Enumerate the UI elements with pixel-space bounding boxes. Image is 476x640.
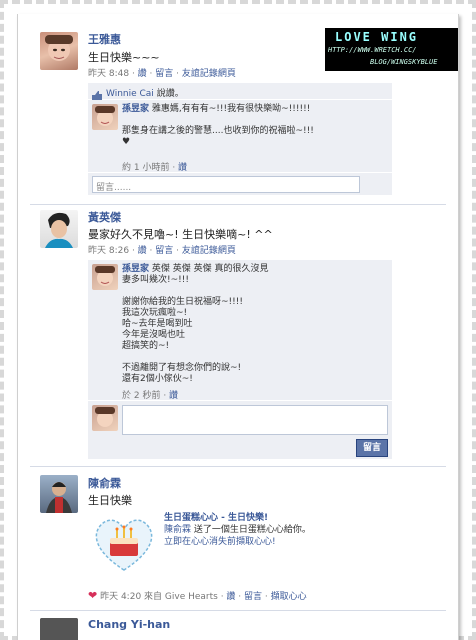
post-author[interactable]: Chang Yi-han <box>88 618 170 631</box>
avatar-photo-icon <box>40 618 78 640</box>
post-meta: 昨天 8:48 · 讚 · 留言 · 友誼記錄網頁 <box>88 69 236 79</box>
gift-title[interactable]: 生日蛋糕心心 - 生日快樂! <box>164 512 364 524</box>
comment-author[interactable]: 孫昱家 <box>122 264 149 274</box>
post-author[interactable]: 王雅惠 <box>88 31 121 47</box>
likes-row: Winnie Cai 說讚。 <box>88 83 392 101</box>
avatar-photo-icon <box>95 106 115 126</box>
gift-text: 生日蛋糕心心 - 生日快樂! 陳俞霖 送了一個生日蛋糕心心給你。 立即在心心消失… <box>164 512 364 548</box>
friendship-link[interactable]: 友誼記錄網頁 <box>182 246 236 256</box>
thumbs-up-icon <box>92 86 102 101</box>
gift-sender[interactable]: 陳俞霖 <box>164 525 191 535</box>
avatar[interactable] <box>40 210 78 248</box>
gift-line-1-rest: 送了一個生日蛋糕心心給你。 <box>191 525 311 535</box>
comment-line: 今年是沒喝也吐 <box>122 330 186 340</box>
watermark-path: BLOG/WINGSKYBLUE <box>370 58 438 66</box>
my-avatar <box>92 405 118 431</box>
post-divider <box>30 466 446 467</box>
heart-glyph: ♥ <box>122 137 131 147</box>
comment-line: 我這次玩瘋啦~! <box>122 308 188 318</box>
avatar[interactable] <box>40 475 78 513</box>
comment-author[interactable]: 孫昱家 <box>122 104 149 114</box>
like-link[interactable]: 讚 <box>226 592 235 602</box>
avatar-photo-icon <box>46 482 72 513</box>
comment-textarea[interactable] <box>122 405 388 435</box>
comment-line: 那隻身在講之後的警慧....也收到你的祝福啦~!!! <box>122 126 314 136</box>
comment-input[interactable]: 留言...... <box>92 176 360 193</box>
like-link[interactable]: 讚 <box>138 69 147 79</box>
avatar-photo-icon <box>95 266 115 286</box>
like-link[interactable]: 讚 <box>138 246 147 256</box>
claim-heart-link[interactable]: 擷取心心 <box>271 592 307 602</box>
heart-cake-icon <box>95 519 153 571</box>
watermark-url: HTTP://WWW.WRETCH.CC/ <box>328 46 417 54</box>
comment-line: 超搞笑的~! <box>122 341 170 351</box>
gift-line-1: 陳俞霖 送了一個生日蛋糕心心給你。 <box>164 524 364 536</box>
comment-like-link[interactable]: 讚 <box>169 391 178 401</box>
post-meta: 昨天 8:26 · 讚 · 留言 · 友誼記錄網頁 <box>88 246 236 256</box>
post-text: 生日快樂~~~ <box>88 51 160 64</box>
comment-avatar[interactable] <box>92 264 118 290</box>
comment-compose: 留言 <box>88 401 392 459</box>
post-time[interactable]: 昨天 4:20 來自 Give Hearts <box>100 592 218 602</box>
watermark-title: LOVE WING <box>335 30 419 44</box>
comment-meta: 約 1 小時前 · 讚 <box>122 163 188 173</box>
comment-line: 妻多叫幾次!~!!! <box>122 275 189 285</box>
comment-box: 孫昱家 英傑 英傑 英傑 真的很久沒見 妻多叫幾次!~!!! 謝謝你給我的生日祝… <box>88 260 392 401</box>
liker-name[interactable]: Winnie Cai <box>106 89 154 99</box>
comment-avatar[interactable] <box>92 104 118 130</box>
comment-time: 於 2 秒前 <box>122 391 161 401</box>
comment-input-row: 留言...... <box>88 173 392 195</box>
post-divider <box>30 204 446 205</box>
post-author[interactable]: 黃英傑 <box>88 209 121 225</box>
comment-like-link[interactable]: 讚 <box>178 163 187 173</box>
comment-meta: 於 2 秒前 · 讚 <box>122 391 179 401</box>
comment-link[interactable]: 留言 <box>244 592 262 602</box>
friendship-link[interactable]: 友誼記錄網頁 <box>182 69 236 79</box>
comment-time: 約 1 小時前 <box>122 163 170 173</box>
comment-line: 雅惠媽,有有有~!!!我有很快樂呦~!!!!!! <box>151 104 311 114</box>
comment-line: 謝謝你給我的生日祝福呀~!!!! <box>122 297 243 307</box>
avatar-photo-icon <box>95 407 115 427</box>
comment-line: 還有2個小傢伙~! <box>122 374 193 384</box>
comment-line: 英傑 英傑 英傑 真的很久沒見 <box>151 264 269 274</box>
gift-claim-link[interactable]: 立即在心心消失前擷取心心! <box>164 536 364 548</box>
blog-watermark: LOVE WING HTTP://WWW.WRETCH.CC/ BLOG/WIN… <box>325 28 458 71</box>
likes-text: Winnie Cai 說讚。 <box>106 86 184 99</box>
post-meta: ❤ 昨天 4:20 來自 Give Hearts · 讚 · 留言 · 擷取心心 <box>88 589 307 602</box>
feed-card: LOVE WING HTTP://WWW.WRETCH.CC/ BLOG/WIN… <box>17 14 459 640</box>
post-author[interactable]: 陳俞霖 <box>88 475 121 491</box>
heart-cake-image[interactable] <box>90 512 158 574</box>
comment-link[interactable]: 留言 <box>155 69 173 79</box>
post-time[interactable]: 昨天 8:26 <box>88 246 129 256</box>
comment-box: 孫昱家 雅惠媽,有有有~!!!我有很快樂呦~!!!!!! 那隻身在講之後的警慧.… <box>88 100 392 173</box>
comment-link[interactable]: 留言 <box>155 246 173 256</box>
comment-body: 孫昱家 英傑 英傑 英傑 真的很久沒見 妻多叫幾次!~!!! 謝謝你給我的生日祝… <box>122 264 384 385</box>
post-divider <box>30 610 446 611</box>
avatar[interactable] <box>40 618 78 640</box>
post-text: 生日快樂 <box>88 494 132 507</box>
comment-line: 不過離開了有想念你們的說~! <box>122 363 242 373</box>
heart-icon: ❤ <box>88 589 98 602</box>
comment-body: 孫昱家 雅惠媽,有有有~!!!我有很快樂呦~!!!!!! 那隻身在講之後的警慧.… <box>122 104 384 148</box>
likes-suffix: 說讚。 <box>156 89 184 99</box>
post-text: 曼家好久不見嚕~! 生日快樂嘀~! ^^ <box>88 228 273 241</box>
submit-comment-button[interactable]: 留言 <box>356 439 388 457</box>
avatar[interactable] <box>40 32 78 70</box>
comment-line: 哈~去年是喝到吐 <box>122 319 193 329</box>
avatar-photo-icon <box>45 212 73 248</box>
post-time[interactable]: 昨天 8:48 <box>88 69 129 79</box>
avatar-photo-icon <box>45 35 73 61</box>
